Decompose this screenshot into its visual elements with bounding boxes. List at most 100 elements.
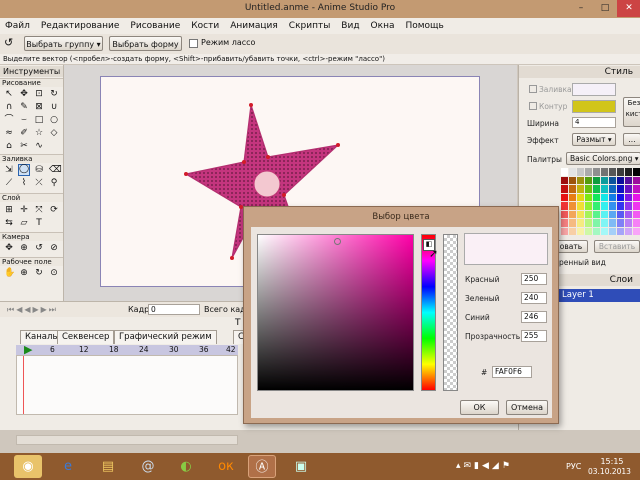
lasso-mode-checkbox[interactable] [189,39,198,48]
red-input[interactable]: 250 [521,273,547,285]
palette-swatch[interactable] [617,185,624,193]
camera-track-icon[interactable]: ✥ [4,243,14,253]
palette-swatch[interactable] [601,219,608,227]
chrome-icon[interactable]: ◉ [14,455,42,478]
effect-dropdown[interactable]: Размыт ▾ [572,133,616,146]
no-brush-button[interactable]: Без кист [623,97,640,127]
cancel-button[interactable]: Отмена [506,400,548,415]
camera-zoom-icon[interactable]: ⊕ [19,243,29,253]
arc-icon[interactable]: ⌒ [4,115,14,125]
palette-swatch[interactable] [569,202,576,210]
clock-time[interactable]: 15:15 [598,457,626,466]
palette-swatch[interactable] [593,219,600,227]
palette-swatch[interactable] [601,227,608,235]
palette-swatch[interactable] [593,176,600,184]
app-icon[interactable]: ◐ [172,455,200,478]
palette-swatch[interactable] [577,210,584,218]
palette-swatch[interactable] [561,210,568,218]
palette-swatch[interactable] [633,193,640,201]
playhead-line[interactable] [23,356,24,414]
palette-swatch[interactable] [593,227,600,235]
set-origin-icon[interactable]: ⊞ [4,205,14,215]
palette-swatch[interactable] [569,193,576,201]
rotate-layer-icon[interactable]: ⟳ [49,205,59,215]
fill-color-swatch[interactable] [572,83,616,96]
internet-explorer-icon[interactable]: e [54,455,82,478]
translate-icon[interactable]: ✥ [19,89,29,99]
palette-swatch[interactable] [569,168,576,176]
flip-icon[interactable]: ⇆ [4,218,14,228]
menu-file[interactable]: Файл [0,18,36,34]
scale-layer-icon[interactable]: ⤧ [34,205,44,215]
mail-icon[interactable]: @ [134,455,162,478]
camera-roll-icon[interactable]: ↺ [34,243,44,253]
menu-animation[interactable]: Анимация [225,18,284,34]
palette-swatch[interactable] [617,193,624,201]
timeline-ruler[interactable]: ▶ 6 12 18 24 30 36 42 [16,344,238,355]
palette-swatch[interactable] [617,219,624,227]
timeline-tracks[interactable] [16,355,238,415]
language-indicator[interactable]: РУС [566,462,581,471]
palette-dropdown[interactable]: Basic Colors.png ▾ [566,152,640,165]
camera-pan-icon[interactable]: ⊘ [49,243,59,253]
palette-swatch[interactable] [617,210,624,218]
hide-edge-icon[interactable]: ⌇ [19,178,29,188]
palette-swatch[interactable] [625,168,632,176]
zoom-icon[interactable]: ⊕ [19,268,29,278]
star-center-ellipse[interactable] [253,170,281,198]
palette-swatch[interactable] [609,193,616,201]
ok-button[interactable]: ОК [460,400,499,415]
palette-swatch[interactable] [561,227,568,235]
lasso-icon[interactable]: ◯ [18,164,30,176]
transform-icon[interactable]: ⊠ [34,102,44,112]
file-explorer-icon[interactable]: ▤ [94,455,122,478]
pen-icon[interactable]: ✎ [19,102,29,112]
layer-row-1[interactable]: Layer 1 [559,289,640,302]
palette-swatch[interactable] [633,168,640,176]
perspective-icon[interactable]: ⌂ [4,141,14,151]
palette-swatch[interactable] [577,202,584,210]
palette-swatch[interactable] [633,219,640,227]
maximize-button[interactable]: □ [593,0,617,17]
green-input[interactable]: 240 [521,292,547,304]
palette-swatch[interactable] [633,227,640,235]
clock-date[interactable]: 03.10.2013 [588,467,631,476]
play-marker-icon[interactable]: ▶ [24,344,32,355]
menu-help[interactable]: Помощь [400,18,449,34]
palette-swatch[interactable] [617,227,624,235]
palette-swatch[interactable] [601,193,608,201]
palette-swatch[interactable] [569,227,576,235]
frame-input[interactable]: 0 [148,304,200,315]
palette-swatch[interactable] [601,176,608,184]
alpha-input[interactable]: 255 [521,330,547,342]
curve-icon[interactable]: ∩ [4,102,14,112]
palette-swatch[interactable] [585,202,592,210]
palette-swatch[interactable] [585,219,592,227]
palette-swatch[interactable] [617,202,624,210]
rotate-workspace-icon[interactable]: ↻ [34,268,44,278]
palette-swatch[interactable] [609,185,616,193]
palette-swatch[interactable] [585,185,592,193]
timeline-scrollbar[interactable] [16,435,238,445]
orbit-icon[interactable]: ⊙ [49,268,59,278]
display-icon[interactable]: ▣ [287,455,315,478]
palette-swatch[interactable] [625,227,632,235]
saturation-value-field[interactable] [257,234,414,391]
palette-swatch[interactable] [585,193,592,201]
paint-bucket-icon[interactable]: ⛁ [34,165,44,175]
palette-swatch[interactable] [593,168,600,176]
palette-swatch[interactable] [601,202,608,210]
palette-swatch[interactable] [601,185,608,193]
menu-scripts[interactable]: Скрипты [284,18,337,34]
palette-swatch[interactable] [569,210,576,218]
palette-swatch[interactable] [609,227,616,235]
rectangle-icon[interactable]: □ [34,115,44,125]
shear-icon[interactable]: ◇ [49,128,59,138]
star-icon[interactable]: ☆ [34,128,44,138]
palette-swatch[interactable] [593,202,600,210]
alpha-slider[interactable] [443,234,458,391]
tab-sequencer[interactable]: Секвенсер [57,330,115,344]
palette-swatch[interactable] [569,219,576,227]
select-group-dropdown[interactable]: Выбрать группу ▾ [24,36,103,51]
more-button[interactable]: ... [623,133,640,146]
